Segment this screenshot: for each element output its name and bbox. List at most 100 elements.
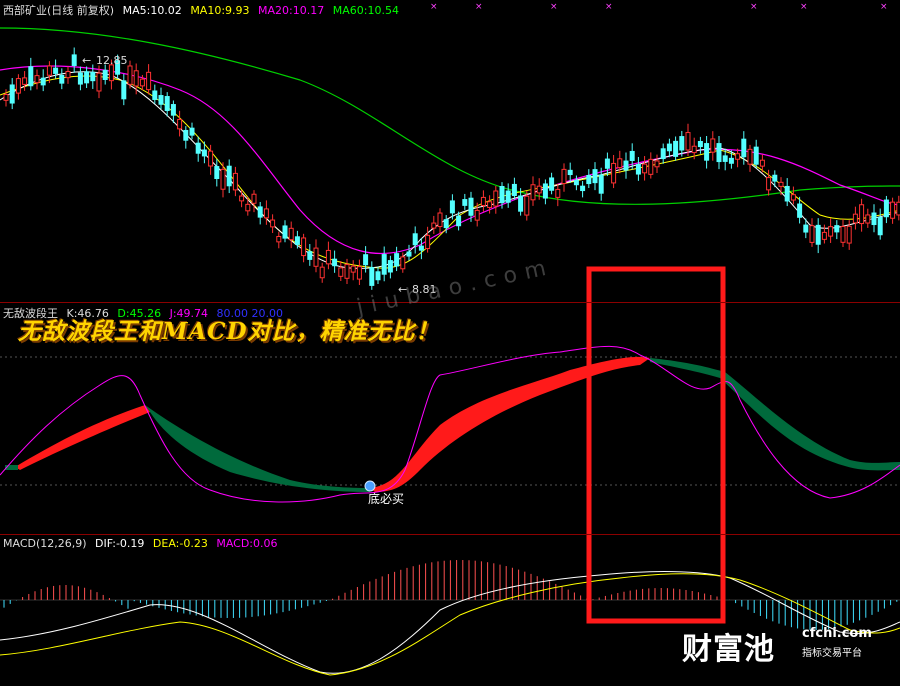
candle-body: [251, 193, 257, 204]
candle-body: [648, 158, 654, 175]
candle-body: [183, 129, 189, 141]
candle-body: [201, 149, 207, 157]
candle-body: [3, 93, 9, 101]
candle-body: [139, 78, 145, 87]
candle-body: [332, 258, 338, 267]
candle-body: [28, 66, 34, 87]
candle-body: [301, 237, 307, 257]
candle-body: [325, 249, 331, 265]
candle-body: [753, 146, 759, 165]
candle-body: [245, 203, 251, 212]
candle-body: [431, 222, 437, 229]
candle-body: [77, 72, 83, 85]
candle-body: [418, 245, 424, 251]
candle-body: [642, 163, 648, 174]
high-price-label: ←: [82, 54, 91, 67]
candle-body: [499, 186, 505, 204]
candle-body: [170, 104, 176, 116]
candle-body: [480, 196, 486, 207]
candle-body: [666, 143, 672, 152]
dif-value: DIF:-0.19: [95, 537, 145, 550]
candle-body: [611, 162, 617, 184]
candle-body: [164, 96, 170, 112]
candle-body: [307, 251, 313, 260]
candle-body: [263, 208, 269, 219]
candle-body: [573, 179, 579, 186]
candle-body: [9, 84, 15, 104]
candle-body: [282, 225, 288, 239]
candle-body: [146, 71, 152, 91]
candle-body: [852, 213, 858, 224]
candle-body: [623, 160, 629, 171]
comparison-headline: 无敌波段王和MACD对比，精准无比！: [18, 318, 440, 345]
ma5-line: [0, 71, 900, 269]
candle-body: [549, 177, 555, 191]
candle-body: [691, 145, 697, 154]
candle-body: [344, 264, 350, 279]
candle-body: [784, 185, 790, 202]
candle-body: [660, 148, 666, 160]
candle-body: [790, 194, 796, 201]
candle-body: [65, 70, 71, 79]
candle-body: [803, 224, 809, 233]
candle-body: [158, 95, 164, 105]
candle-body: [121, 80, 127, 100]
candle-body: [673, 140, 679, 157]
candle-body: [356, 266, 362, 280]
candle-body: [425, 234, 431, 249]
candle-body: [400, 256, 406, 270]
candle-body: [859, 204, 865, 225]
candle-body: [592, 169, 598, 184]
candle-body: [759, 159, 765, 167]
candle-body: [604, 158, 610, 169]
macd-legend: MACD(12,26,9) DIF:-0.19 DEA:-0.23 MACD:0…: [3, 537, 283, 550]
candle-body: [381, 254, 387, 275]
candle-body: [871, 212, 877, 226]
candle-body: [208, 150, 214, 167]
candle-body: [865, 214, 871, 224]
candle-body: [493, 190, 499, 207]
candle-body: [276, 235, 282, 243]
candle-body: [518, 195, 524, 212]
candle-body: [747, 148, 753, 165]
candle-body: [772, 174, 778, 182]
candle-body: [226, 165, 232, 187]
candle-body: [375, 271, 381, 281]
candle-body: [834, 225, 840, 233]
candle-body: [270, 219, 276, 228]
candle-body: [319, 266, 325, 279]
candle-body: [288, 227, 294, 241]
candle-body: [809, 225, 815, 243]
ma60-line: [0, 27, 900, 205]
candle-body: [152, 90, 158, 100]
candle-body: [555, 188, 561, 198]
candle-body: [22, 77, 28, 85]
candle-body: [586, 175, 592, 185]
candle-body: [127, 65, 133, 85]
candle-body: [46, 65, 52, 76]
candle-body: [821, 231, 827, 240]
candle-body: [394, 253, 400, 267]
candle-body: [635, 164, 641, 175]
candle-body: [387, 260, 393, 273]
candle-body: [530, 184, 536, 201]
candle-body: [840, 226, 846, 243]
candle-body: [456, 215, 462, 227]
candle-body: [437, 212, 443, 228]
macd-histogram: [3, 560, 898, 630]
candle-body: [505, 190, 511, 203]
candle-body: [567, 169, 573, 176]
band-green-1: [145, 405, 370, 492]
candle-body: [877, 216, 883, 236]
band-red-1: [15, 405, 150, 470]
candle-body: [890, 201, 896, 219]
candlestick-series: [3, 47, 900, 290]
candle-body: [40, 77, 46, 86]
brand-logo: 财富池 cfchi.com 指标交易平台: [682, 624, 872, 668]
candle-body: [96, 72, 102, 92]
candle-body: [59, 74, 65, 84]
candle-body: [629, 150, 635, 161]
candle-body: [654, 160, 660, 168]
candle-body: [580, 185, 586, 192]
candle-body: [294, 236, 300, 245]
